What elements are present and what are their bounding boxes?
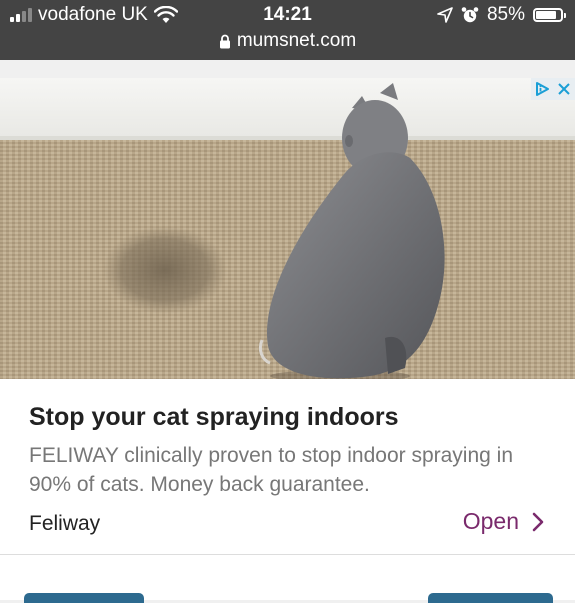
- status-bar: vodafone UK 14:21 85% mumsnet.com: [0, 0, 575, 60]
- open-button[interactable]: Open: [463, 508, 545, 535]
- ad-card[interactable]: Stop your cat spraying indoors FELIWAY c…: [0, 78, 575, 555]
- location-arrow-icon: [437, 7, 453, 23]
- status-right: 85%: [437, 4, 566, 26]
- cut-off-link-left[interactable]: [24, 593, 144, 603]
- address-bar[interactable]: mumsnet.com: [0, 30, 575, 52]
- cat-on-carpet-image: [0, 78, 575, 379]
- alarm-icon: [461, 7, 479, 23]
- page-content-below: [0, 555, 575, 603]
- lock-icon: [219, 34, 230, 48]
- battery-percent: 85%: [486, 4, 525, 25]
- close-ad-icon[interactable]: [553, 78, 575, 100]
- ad-advertiser: Feliway: [29, 512, 101, 535]
- ad-title[interactable]: Stop your cat spraying indoors: [29, 403, 399, 432]
- cut-off-link-right[interactable]: [428, 593, 553, 603]
- ad-description: FELIWAY clinically proven to stop indoor…: [29, 444, 514, 496]
- chevron-right-icon: [532, 512, 544, 531]
- adchoices-badge[interactable]: [531, 78, 575, 100]
- ad-image[interactable]: [0, 78, 575, 379]
- adchoices-icon[interactable]: [531, 78, 553, 100]
- url-text: mumsnet.com: [236, 30, 357, 51]
- open-button-label: Open: [462, 508, 519, 534]
- battery-icon: [533, 8, 566, 22]
